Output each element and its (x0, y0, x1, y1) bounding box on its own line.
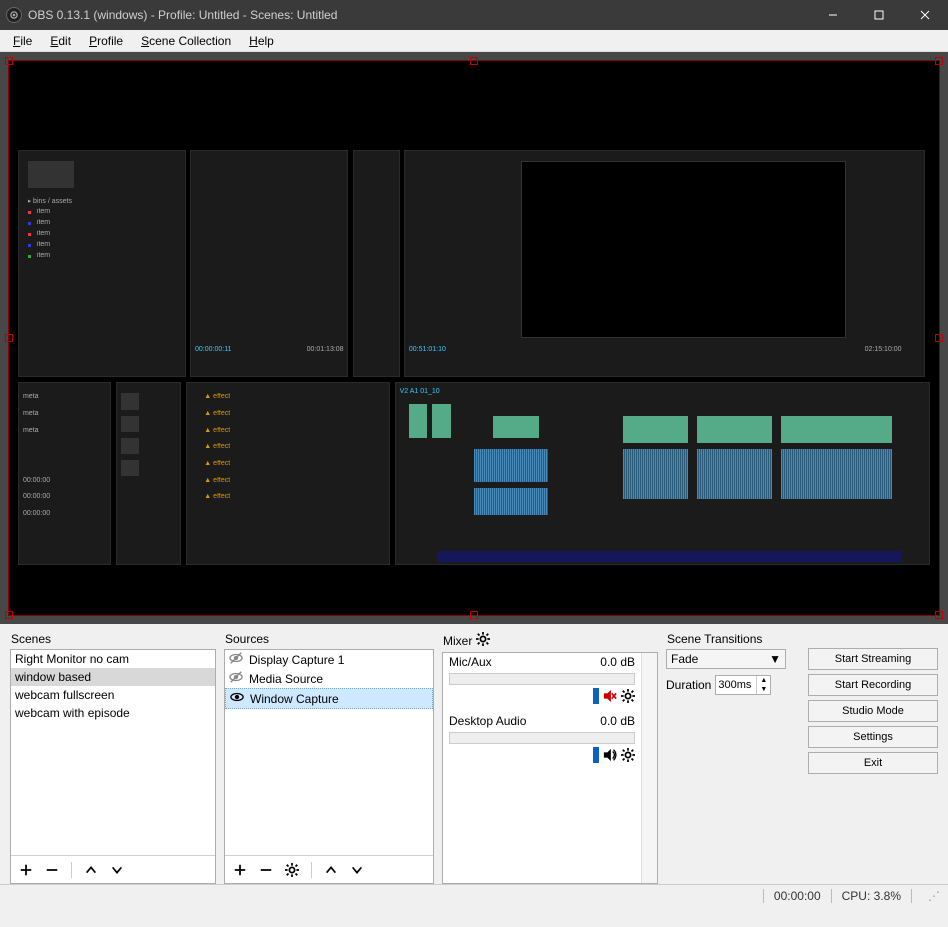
eye-off-icon[interactable] (229, 670, 243, 687)
mixer-scrollbar[interactable] (641, 653, 657, 883)
app-icon (6, 7, 22, 23)
volume-slider-handle[interactable] (593, 688, 599, 704)
duration-spinner[interactable]: ▲▼ (715, 675, 771, 695)
eye-off-icon[interactable] (229, 651, 243, 668)
scenes-remove-button[interactable] (43, 861, 61, 879)
duration-label: Duration (666, 678, 711, 692)
mixer-panel: Mixer Mic/Aux 0.0 dB Desktop Audio 0.0 dB (442, 630, 658, 884)
speaker-muted-icon[interactable] (603, 689, 617, 706)
menu-edit[interactable]: Edit (41, 32, 80, 50)
sources-remove-button[interactable] (257, 861, 275, 879)
menu-profile[interactable]: Profile (80, 32, 132, 50)
sources-panel: Sources Display Capture 1 Media Source Win… (224, 630, 434, 884)
menu-scene-collection[interactable]: Scene Collection (132, 32, 240, 50)
menu-help[interactable]: Help (240, 32, 283, 50)
close-button[interactable] (902, 0, 948, 30)
transition-select[interactable]: Fade ▼ (666, 649, 786, 669)
captured-content: ▸ bins / assets item item item item item… (9, 61, 939, 615)
start-streaming-button[interactable]: Start Streaming (808, 648, 938, 670)
preview-canvas[interactable]: ▸ bins / assets item item item item item… (8, 60, 940, 616)
scenes-label: Scenes (10, 630, 216, 649)
settings-button[interactable]: Settings (808, 726, 938, 748)
preview-area: ▸ bins / assets item item item item item… (0, 52, 948, 624)
source-item[interactable]: Media Source (225, 669, 433, 688)
scenes-move-up-button[interactable] (82, 861, 100, 879)
source-item[interactable]: Display Capture 1 (225, 650, 433, 669)
gear-icon[interactable] (621, 689, 635, 706)
controls-panel: Start Streaming Start Recording Studio M… (808, 630, 938, 884)
sources-move-down-button[interactable] (348, 861, 366, 879)
scenes-move-down-button[interactable] (108, 861, 126, 879)
sources-move-up-button[interactable] (322, 861, 340, 879)
sources-properties-button[interactable] (283, 861, 301, 879)
window-title: OBS 0.13.1 (windows) - Profile: Untitled… (28, 8, 810, 22)
mixer-channel: Desktop Audio 0.0 dB (443, 712, 641, 771)
mixer-channel-name: Mic/Aux (449, 655, 492, 669)
spinner-down[interactable]: ▼ (757, 685, 770, 694)
mixer-db-value: 0.0 dB (600, 714, 635, 728)
status-cpu: CPU: 3.8% (842, 889, 901, 903)
transitions-label: Scene Transitions (666, 630, 786, 649)
sources-label: Sources (224, 630, 434, 649)
transitions-panel: Scene Transitions Fade ▼ Duration ▲▼ (666, 630, 786, 884)
scene-item[interactable]: Right Monitor no cam (11, 650, 215, 668)
studio-mode-button[interactable]: Studio Mode (808, 700, 938, 722)
scenes-list[interactable]: Right Monitor no camwindow basedwebcam f… (10, 649, 216, 884)
scene-item[interactable]: webcam with episode (11, 704, 215, 722)
duration-input[interactable] (716, 676, 756, 694)
scene-item[interactable]: webcam fullscreen (11, 686, 215, 704)
mixer-meter (449, 673, 635, 685)
sources-list[interactable]: Display Capture 1 Media Source Window Capt… (224, 649, 434, 884)
status-time: 00:00:00 (774, 889, 821, 903)
gear-icon[interactable] (621, 748, 635, 765)
resize-grip-icon[interactable]: ⋰ (928, 889, 940, 903)
bottom-panels: Scenes Right Monitor no camwindow basedw… (0, 624, 948, 884)
scene-item[interactable]: window based (11, 668, 215, 686)
mixer-settings-icon[interactable] (476, 632, 490, 649)
mixer-channel-name: Desktop Audio (449, 714, 526, 728)
start-recording-button[interactable]: Start Recording (808, 674, 938, 696)
volume-slider-handle[interactable] (593, 747, 599, 763)
source-label: Display Capture 1 (249, 653, 344, 667)
mixer-label: Mixer (443, 634, 472, 648)
source-item[interactable]: Window Capture (225, 688, 433, 709)
spinner-up[interactable]: ▲ (757, 676, 770, 685)
mixer-channel: Mic/Aux 0.0 dB (443, 653, 641, 712)
status-bar: 00:00:00 CPU: 3.8% ⋰ (0, 884, 948, 906)
maximize-button[interactable] (856, 0, 902, 30)
menu-bar: File Edit Profile Scene Collection Help (0, 30, 948, 52)
speaker-icon[interactable] (603, 748, 617, 765)
source-label: Window Capture (250, 692, 339, 706)
chevron-down-icon: ▼ (769, 652, 781, 666)
source-label: Media Source (249, 672, 323, 686)
mixer-db-value: 0.0 dB (600, 655, 635, 669)
scenes-add-button[interactable] (17, 861, 35, 879)
exit-button[interactable]: Exit (808, 752, 938, 774)
sources-add-button[interactable] (231, 861, 249, 879)
menu-file[interactable]: File (4, 32, 41, 50)
minimize-button[interactable] (810, 0, 856, 30)
title-bar: OBS 0.13.1 (windows) - Profile: Untitled… (0, 0, 948, 30)
mixer-box: Mic/Aux 0.0 dB Desktop Audio 0.0 dB (442, 652, 658, 884)
scenes-panel: Scenes Right Monitor no camwindow basedw… (10, 630, 216, 884)
mixer-meter (449, 732, 635, 744)
eye-icon[interactable] (230, 690, 244, 707)
